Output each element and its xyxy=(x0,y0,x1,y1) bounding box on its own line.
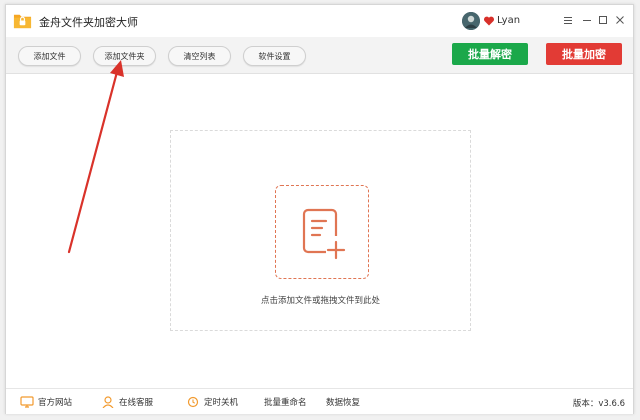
website-label: 官方网站 xyxy=(38,398,73,408)
shutdown-link[interactable]: 定时关机 xyxy=(186,396,238,408)
drop-zone[interactable]: 点击添加文件或拖拽文件到此处 xyxy=(170,130,471,331)
title-bar: 金舟文件夹加密大师 Lyan xyxy=(6,5,633,37)
app-title: 金舟文件夹加密大师 xyxy=(39,16,138,29)
status-bar: 官方网站 在线客服 定时关机 批量重命名 数据恢复 版本：v3.6.6 xyxy=(6,388,633,414)
menu-icon[interactable] xyxy=(561,13,575,27)
headset-icon xyxy=(102,396,114,408)
avatar[interactable] xyxy=(462,12,480,30)
maximize-icon[interactable] xyxy=(596,13,610,27)
heart-icon xyxy=(483,16,495,26)
settings-button[interactable]: 软件设置 xyxy=(243,46,306,66)
support-link[interactable]: 在线客服 xyxy=(101,396,153,408)
add-file-box[interactable] xyxy=(275,185,369,279)
folder-lock-icon xyxy=(13,14,32,29)
rename-link[interactable]: 批量重命名 xyxy=(264,396,307,408)
batch-encrypt-button[interactable]: 批量加密 xyxy=(546,43,622,65)
monitor-icon xyxy=(20,396,34,408)
recovery-label: 数据恢复 xyxy=(326,398,361,408)
batch-decrypt-button[interactable]: 批量解密 xyxy=(452,43,528,65)
close-icon[interactable] xyxy=(613,13,627,27)
username[interactable]: Lyan xyxy=(497,15,520,26)
annotation-arrow xyxy=(67,60,124,254)
clock-icon xyxy=(187,396,199,408)
support-label: 在线客服 xyxy=(119,398,154,408)
clear-list-button[interactable]: 清空列表 xyxy=(168,46,231,66)
website-link[interactable]: 官方网站 xyxy=(20,396,72,408)
minimize-icon[interactable] xyxy=(580,13,594,27)
shutdown-label: 定时关机 xyxy=(204,398,239,408)
rename-label: 批量重命名 xyxy=(264,398,307,408)
recovery-link[interactable]: 数据恢复 xyxy=(326,396,360,408)
version-label: 版本：v3.6.6 xyxy=(572,399,625,409)
add-document-icon xyxy=(302,208,346,260)
drop-hint: 点击添加文件或拖拽文件到此处 xyxy=(260,296,380,306)
